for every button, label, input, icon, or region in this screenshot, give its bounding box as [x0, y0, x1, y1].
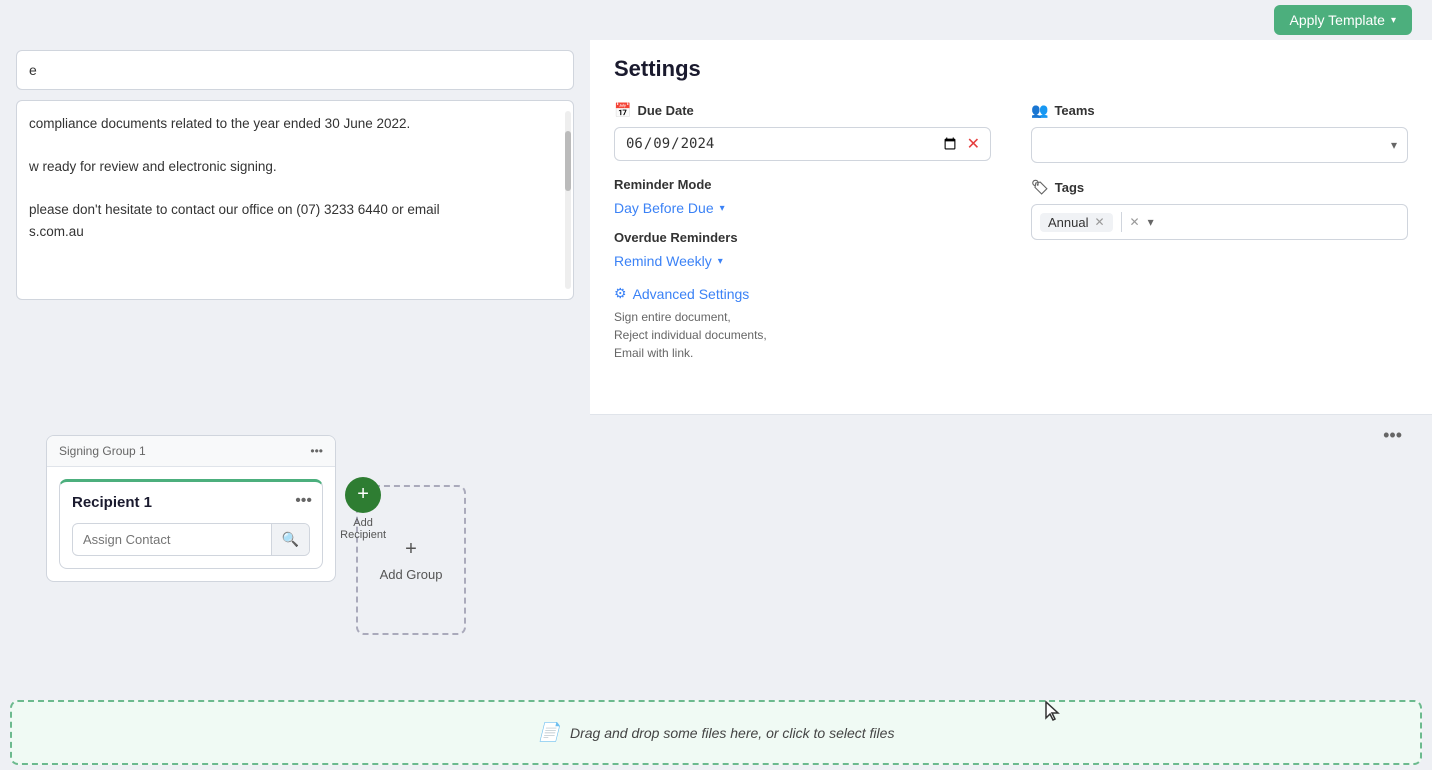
- signing-section-menu[interactable]: •••: [1383, 425, 1402, 446]
- signing-group-container: Signing Group 1 ••• ••• Recipient 1 🔍: [16, 435, 1416, 635]
- reminder-mode-section: Reminder Mode Day Before Due ▾: [614, 177, 991, 216]
- upload-icon: 📄: [538, 722, 560, 743]
- tags-label: 🏷 Tags: [1031, 179, 1408, 196]
- search-contact-button[interactable]: 🔍: [271, 524, 309, 555]
- tags-chevron-icon: ▾: [1148, 215, 1154, 229]
- text-input-field[interactable]: [16, 50, 574, 90]
- add-group-label: Add Group: [380, 567, 443, 582]
- signing-group-three-dot[interactable]: •••: [310, 444, 323, 458]
- assign-contact-input[interactable]: [73, 525, 271, 554]
- settings-right-col: 👥 Teams ▾ 🏷 Tags Annual ✕: [1031, 102, 1408, 362]
- due-date-wrapper[interactable]: ✕: [614, 127, 991, 161]
- right-panel: Settings 📅 Due Date ✕ Reminder Mode: [590, 40, 1432, 415]
- teams-label: 👥 Teams: [1031, 102, 1408, 119]
- teams-select[interactable]: ▾: [1031, 127, 1408, 163]
- due-date-input[interactable]: [625, 135, 959, 153]
- recipient-three-dot[interactable]: •••: [295, 492, 312, 510]
- file-drop-text: Drag and drop some files here, or click …: [570, 725, 894, 741]
- settings-grid: 📅 Due Date ✕ Reminder Mode Day Before Du…: [614, 102, 1408, 362]
- add-recipient-label: AddRecipient: [340, 517, 386, 541]
- signing-area: Signing Group 1 ••• ••• Recipient 1 🔍: [0, 415, 1432, 705]
- due-date-label: 📅 Due Date: [614, 102, 991, 119]
- recipient-title: Recipient 1: [72, 494, 310, 511]
- advanced-settings-description: Sign entire document, Reject individual …: [614, 308, 991, 362]
- reminder-mode-dropdown[interactable]: Day Before Due ▾: [614, 200, 991, 216]
- apply-template-chevron: ▾: [1391, 15, 1396, 26]
- add-recipient-icon: +: [357, 483, 369, 506]
- overdue-reminders-dropdown[interactable]: Remind Weekly ▾: [614, 253, 991, 269]
- signing-group-inner: ••• Recipient 1 🔍: [47, 467, 335, 581]
- text-area-content[interactable]: compliance documents related to the year…: [16, 100, 574, 300]
- add-recipient-button[interactable]: +: [345, 477, 381, 513]
- reminder-mode-label: Reminder Mode: [614, 177, 991, 192]
- advanced-settings-link[interactable]: ⚙ Advanced Settings: [614, 285, 991, 302]
- signing-group-title: Signing Group 1: [59, 444, 146, 458]
- gear-icon: ⚙: [614, 285, 627, 302]
- body-text-4: s.com.au: [29, 221, 561, 243]
- calendar-icon: 📅: [614, 102, 631, 119]
- body-text-1: compliance documents related to the year…: [29, 113, 561, 135]
- tag-icon: 🏷: [1031, 179, 1049, 196]
- settings-title: Settings: [614, 56, 1408, 82]
- assign-contact-wrapper[interactable]: 🔍: [72, 523, 310, 556]
- overdue-reminders-section: Overdue Reminders Remind Weekly ▾: [614, 230, 991, 269]
- scrollbar-thumb[interactable]: [565, 131, 571, 191]
- reminder-mode-chevron: ▾: [720, 203, 725, 214]
- recipient-card-1: ••• Recipient 1 🔍: [59, 479, 323, 569]
- apply-template-button[interactable]: Apply Template ▾: [1274, 5, 1413, 35]
- main-content: compliance documents related to the year…: [0, 40, 1432, 770]
- apply-template-label: Apply Template: [1290, 12, 1385, 28]
- body-text-3: please don't hesitate to contact our off…: [29, 199, 561, 221]
- tags-clear-button[interactable]: ✕: [1130, 215, 1140, 229]
- signing-group-1: Signing Group 1 ••• ••• Recipient 1 🔍: [46, 435, 336, 582]
- top-bar: Apply Template ▾: [0, 0, 1432, 40]
- overdue-reminders-chevron: ▾: [718, 256, 723, 267]
- settings-left-col: 📅 Due Date ✕ Reminder Mode Day Before Du…: [614, 102, 991, 362]
- scrollbar-track[interactable]: [565, 111, 571, 289]
- reminder-mode-value: Day Before Due: [614, 200, 714, 216]
- add-recipient-wrapper: + AddRecipient: [340, 477, 386, 541]
- tags-divider: [1121, 212, 1122, 232]
- tag-label-annual: Annual: [1048, 215, 1088, 230]
- teams-icon: 👥: [1031, 102, 1048, 119]
- clear-date-button[interactable]: ✕: [967, 134, 980, 154]
- add-group-plus-icon: +: [405, 538, 417, 561]
- file-drop-area[interactable]: 📄 Drag and drop some files here, or clic…: [10, 700, 1422, 765]
- tag-chip-annual: Annual ✕: [1040, 213, 1113, 232]
- overdue-reminders-value: Remind Weekly: [614, 253, 712, 269]
- advanced-settings-label: Advanced Settings: [633, 286, 750, 302]
- signing-group-wrapper: Signing Group 1 ••• ••• Recipient 1 🔍: [46, 435, 336, 582]
- overdue-reminders-label: Overdue Reminders: [614, 230, 991, 245]
- tags-wrapper[interactable]: Annual ✕ ✕ ▾: [1031, 204, 1408, 240]
- teams-chevron-icon: ▾: [1391, 138, 1397, 152]
- signing-group-header: Signing Group 1 •••: [47, 436, 335, 467]
- body-text-2: w ready for review and electronic signin…: [29, 156, 561, 178]
- tag-remove-annual[interactable]: ✕: [1094, 215, 1104, 229]
- advanced-settings-section: ⚙ Advanced Settings Sign entire document…: [614, 285, 991, 362]
